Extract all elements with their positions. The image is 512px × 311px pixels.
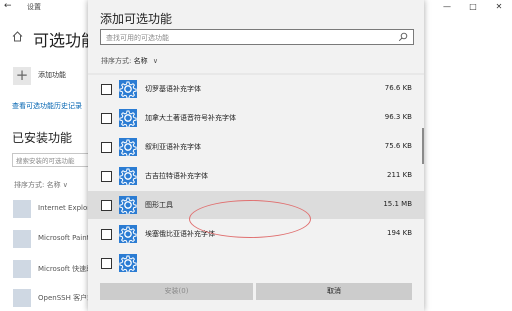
- feature-gear-icon: [119, 196, 137, 215]
- window-title: 设置: [27, 3, 41, 11]
- dialog-footer: 安装(0) 取消: [88, 281, 424, 311]
- feature-checkbox[interactable]: [101, 84, 112, 95]
- feature-checkbox[interactable]: [101, 113, 112, 124]
- close-button[interactable]: ✕: [488, 0, 510, 13]
- feature-size: 76.6 KB: [384, 84, 412, 92]
- feature-list: 切罗基语补充字体 76.6 KB 加拿大土著语音符号补充字体 96.3 KB 叙利亚语补…: [88, 73, 424, 281]
- sort-dropdown[interactable]: 排序方式: 名称 ∨: [101, 56, 158, 66]
- watermark-logo: [469, 277, 495, 303]
- home-icon[interactable]: [12, 31, 23, 42]
- feature-checkbox[interactable]: [101, 258, 112, 269]
- search-placeholder: 查找可用的可选功能: [106, 34, 169, 42]
- plus-icon[interactable]: +: [13, 67, 31, 85]
- feature-checkbox[interactable]: [101, 171, 112, 182]
- feature-row[interactable]: 叙利亚语补充字体 75.6 KB: [88, 133, 424, 161]
- feature-gear-icon: [119, 254, 137, 273]
- back-arrow-icon[interactable]: ←: [4, 1, 12, 11]
- feature-search-input[interactable]: 查找可用的可选功能: [100, 29, 414, 45]
- sort-value: 名称: [133, 57, 148, 65]
- feature-gear-icon: [13, 260, 31, 278]
- feature-name: 加拿大土著语音符号补充字体: [145, 114, 236, 122]
- add-feature-dialog: 添加可选功能 查找可用的可选功能 排序方式: 名称 ∨ 切罗基语补充字体 76.6…: [88, 0, 424, 311]
- feature-gear-icon: [13, 200, 31, 218]
- feature-checkbox[interactable]: [101, 200, 112, 211]
- install-button[interactable]: 安装(0): [100, 283, 253, 300]
- feature-history-link[interactable]: 查看可选功能历史记录: [12, 101, 82, 111]
- feature-gear-icon: [13, 230, 31, 248]
- installed-list-item[interactable]: Microsoft 快速助手: [13, 260, 100, 278]
- feature-checkbox[interactable]: [101, 229, 112, 240]
- installed-item-label: Microsoft Paint: [38, 234, 90, 242]
- feature-gear-icon: [119, 225, 137, 244]
- installed-list-item[interactable]: Microsoft Paint: [13, 230, 93, 248]
- feature-name: 切罗基语补充字体: [145, 85, 201, 93]
- feature-size: 211 KB: [387, 171, 412, 179]
- feature-size: 15.1 MB: [383, 200, 412, 208]
- feature-name: 图形工具: [145, 201, 173, 209]
- maximize-button[interactable]: □: [462, 0, 484, 13]
- feature-gear-icon: [119, 167, 137, 186]
- feature-gear-icon: [13, 289, 31, 307]
- add-feature-label[interactable]: 添加功能: [38, 70, 66, 80]
- annotation-ellipse: [189, 200, 311, 238]
- feature-size: 75.6 KB: [384, 142, 412, 150]
- list-scrollbar[interactable]: [422, 128, 424, 164]
- minimize-button[interactable]: —: [436, 0, 458, 13]
- feature-size: 96.3 KB: [384, 113, 412, 121]
- installed-search-placeholder: 搜索安装的可选功能: [16, 157, 75, 165]
- installed-item-label: OpenSSH 客户端: [38, 294, 95, 302]
- installed-sort-dropdown[interactable]: 排序方式: 名称 ∨: [14, 180, 68, 190]
- feature-gear-icon: [119, 109, 137, 128]
- search-icon[interactable]: [398, 32, 408, 42]
- feature-row[interactable]: 加拿大土著语音符号补充字体 96.3 KB: [88, 104, 424, 132]
- dialog-title: 添加可选功能: [100, 12, 173, 26]
- installed-list-item[interactable]: OpenSSH 客户端: [13, 289, 95, 307]
- feature-name: 古吉拉特语补充字体: [145, 172, 208, 180]
- feature-name: 叙利亚语补充字体: [145, 143, 201, 151]
- installed-features-heading: 已安装功能: [12, 131, 73, 145]
- feature-row[interactable]: [88, 249, 424, 277]
- feature-row[interactable]: 切罗基语补充字体 76.6 KB: [88, 75, 424, 103]
- cancel-button[interactable]: 取消: [256, 283, 412, 300]
- feature-row[interactable]: 古吉拉特语补充字体 211 KB: [88, 162, 424, 190]
- sort-label: 排序方式:: [101, 57, 132, 65]
- feature-checkbox[interactable]: [101, 142, 112, 153]
- feature-gear-icon: [119, 80, 137, 99]
- feature-gear-icon: [119, 138, 137, 157]
- feature-size: 194 KB: [387, 229, 412, 237]
- installed-list-item[interactable]: Internet Explorer 11: [13, 200, 108, 218]
- chevron-down-icon: ∨: [152, 57, 158, 65]
